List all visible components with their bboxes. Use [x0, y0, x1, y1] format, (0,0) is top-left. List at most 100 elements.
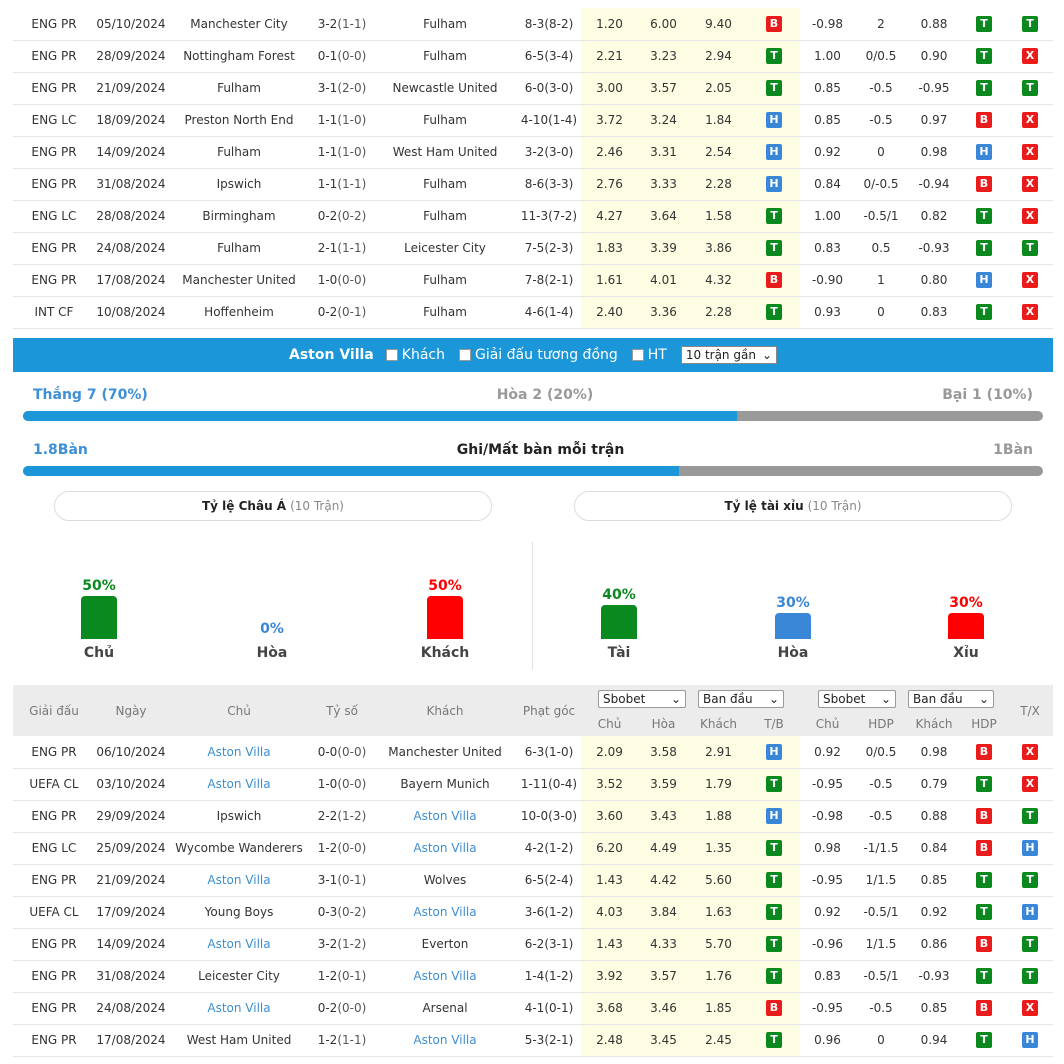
score-cell[interactable]: 3-1(2-0) — [311, 72, 373, 105]
table-row[interactable]: ENG PR 31/08/2024 Ipswich 1-1(1-1) Fulham 8-6… — [13, 168, 1053, 201]
away-team-cell[interactable]: Wolves — [373, 864, 517, 897]
table-row[interactable]: UEFA CL 17/09/2024 Young Boys 0-3(0-2) Aston… — [13, 896, 1053, 929]
score-cell[interactable]: 3-2(1-2) — [311, 928, 373, 961]
home-team-cell[interactable]: West Ham United — [167, 1024, 311, 1057]
odds-bookmaker-select[interactable]: Sbobet ⌄ — [598, 690, 686, 708]
table-row[interactable]: ENG LC 25/09/2024 Wycombe Wanderers 1-2(0-0… — [13, 832, 1053, 865]
score-cell[interactable]: 3-1(0-1) — [311, 864, 373, 897]
away-team-cell[interactable]: Fulham — [373, 200, 517, 233]
home-team-cell[interactable]: Manchester United — [167, 264, 311, 297]
home-team-cell[interactable]: Manchester City — [167, 8, 311, 41]
away-team-cell[interactable]: Everton — [373, 928, 517, 961]
checkbox-icon[interactable] — [631, 349, 644, 361]
home-team-cell[interactable]: Aston Villa — [167, 768, 311, 801]
home-team-cell[interactable]: Ipswich — [167, 168, 311, 201]
ht-filter-checkbox[interactable]: HT — [631, 347, 667, 363]
away-team-cell[interactable]: Aston Villa — [373, 960, 517, 993]
score-cell[interactable]: 0-1(0-0) — [311, 40, 373, 73]
score-cell[interactable]: 2-1(1-1) — [311, 232, 373, 265]
table-row[interactable]: ENG PR 21/09/2024 Fulham 3-1(2-0) Newcastle … — [13, 72, 1053, 105]
score-cell[interactable]: 0-2(0-2) — [311, 200, 373, 233]
table-row[interactable]: ENG PR 21/09/2024 Aston Villa 3-1(0-1) Wolve… — [13, 864, 1053, 897]
away-filter-checkbox[interactable]: Khách — [385, 347, 445, 363]
full-time-score: 2-2 — [317, 809, 338, 823]
home-team-cell[interactable]: Birmingham — [167, 200, 311, 233]
home-team-cell[interactable]: Fulham — [167, 136, 311, 169]
table-row[interactable]: ENG PR 17/08/2024 West Ham United 1-2(1-1) A… — [13, 1024, 1053, 1057]
league-cell: ENG LC — [13, 104, 95, 137]
home-team-cell[interactable]: Aston Villa — [167, 928, 311, 961]
score-cell[interactable]: 1-2(0-1) — [311, 960, 373, 993]
away-team-cell[interactable]: Bayern Munich — [373, 768, 517, 801]
checkbox-icon[interactable] — [458, 349, 471, 361]
table-row[interactable]: ENG PR 14/09/2024 Aston Villa 3-2(1-2) Evert… — [13, 928, 1053, 961]
table-row[interactable]: UEFA CL 03/10/2024 Aston Villa 1-0(0-0) Baye… — [13, 768, 1053, 801]
over-under-tab[interactable]: Tỷ lệ tài xỉu (10 Trận) — [574, 491, 1012, 521]
score-cell[interactable]: 1-1(1-1) — [311, 168, 373, 201]
away-team-cell[interactable]: Newcastle United — [373, 72, 517, 105]
table-row[interactable]: ENG PR 31/08/2024 Leicester City 1-2(0-1) As… — [13, 960, 1053, 993]
hdp-line-cell: 1/1.5 — [855, 928, 907, 961]
home-team-cell[interactable]: Nottingham Forest — [167, 40, 311, 73]
away-team-cell[interactable]: Aston Villa — [373, 832, 517, 865]
table-row[interactable]: ENG PR 24/08/2024 Aston Villa 0-2(0-0) Arsen… — [13, 992, 1053, 1025]
away-team-cell[interactable]: Aston Villa — [373, 800, 517, 833]
home-team-cell[interactable]: Leicester City — [167, 960, 311, 993]
home-team-cell[interactable]: Aston Villa — [167, 864, 311, 897]
away-team-cell[interactable]: Arsenal — [373, 992, 517, 1025]
odds-type-select[interactable]: Ban đầu ⌄ — [698, 690, 784, 708]
away-team-cell[interactable]: Aston Villa — [373, 896, 517, 929]
score-cell[interactable]: 3-2(1-1) — [311, 8, 373, 41]
score-cell[interactable]: 0-3(0-2) — [311, 896, 373, 929]
table-row[interactable]: ENG LC 28/08/2024 Birmingham 0-2(0-2) Fulham… — [13, 200, 1053, 233]
home-team-cell[interactable]: Preston North End — [167, 104, 311, 137]
table-row[interactable]: INT CF 10/08/2024 Hoffenheim 0-2(0-1) Fulham… — [13, 296, 1053, 329]
table-row[interactable]: ENG PR 06/10/2024 Aston Villa 0-0(0-0) Manch… — [13, 736, 1053, 769]
score-cell[interactable]: 2-2(1-2) — [311, 800, 373, 833]
score-cell[interactable]: 1-2(1-1) — [311, 1024, 373, 1057]
away-team-cell[interactable]: Manchester United — [373, 736, 517, 769]
home-team-cell[interactable]: Hoffenheim — [167, 296, 311, 329]
score-cell[interactable]: 1-1(1-0) — [311, 136, 373, 169]
home-team-cell[interactable]: Aston Villa — [167, 736, 311, 769]
match-count-select[interactable]: 10 trận gần ⌄ — [680, 346, 777, 364]
away-team-cell[interactable]: West Ham United — [373, 136, 517, 169]
score-cell[interactable]: 1-0(0-0) — [311, 768, 373, 801]
handicap-type-select[interactable]: Ban đầu ⌄ — [908, 690, 994, 708]
score-cell[interactable]: 0-2(0-0) — [311, 992, 373, 1025]
score-cell[interactable]: 1-2(0-0) — [311, 832, 373, 865]
table-row[interactable]: ENG PR 17/08/2024 Manchester United 1-0(0-0… — [13, 264, 1053, 297]
away-team-cell[interactable]: Aston Villa — [373, 1024, 517, 1057]
table-row[interactable]: ENG PR 24/08/2024 Fulham 2-1(1-1) Leicester … — [13, 232, 1053, 265]
away-team-cell[interactable]: Fulham — [373, 264, 517, 297]
same-league-filter-checkbox[interactable]: Giải đấu tương đồng — [458, 347, 618, 363]
score-cell[interactable]: 0-0(0-0) — [311, 736, 373, 769]
hdp-away-cell: -0.93 — [907, 232, 961, 265]
table-row[interactable]: ENG PR 05/10/2024 Manchester City 3-2(1-1) F… — [13, 8, 1053, 41]
asian-handicap-tab[interactable]: Tỷ lệ Châu Á (10 Trận) — [54, 491, 492, 521]
home-team-cell[interactable]: Fulham — [167, 232, 311, 265]
handicap-bookmaker-select[interactable]: Sbobet ⌄ — [818, 690, 896, 708]
table-row[interactable]: ENG LC 18/09/2024 Preston North End 1-1(1-0… — [13, 104, 1053, 137]
home-team-cell[interactable]: Ipswich — [167, 800, 311, 833]
over-under-result-cell: H — [1007, 896, 1053, 929]
table-row[interactable]: ENG PR 28/09/2024 Nottingham Forest 0-1(0-0… — [13, 40, 1053, 73]
checkbox-icon[interactable] — [385, 349, 398, 361]
home-team-cell[interactable]: Wycombe Wanderers — [167, 832, 311, 865]
away-team-cell[interactable]: Fulham — [373, 168, 517, 201]
score-cell[interactable]: 0-2(0-1) — [311, 296, 373, 329]
home-team-cell[interactable]: Young Boys — [167, 896, 311, 929]
away-team-cell[interactable]: Fulham — [373, 296, 517, 329]
draw-odds-cell: 3.57 — [638, 72, 689, 105]
away-team-cell[interactable]: Fulham — [373, 8, 517, 41]
away-team-cell[interactable]: Leicester City — [373, 232, 517, 265]
table-row[interactable]: ENG PR 14/09/2024 Fulham 1-1(1-0) West Ham U… — [13, 136, 1053, 169]
table-row[interactable]: ENG PR 29/09/2024 Ipswich 2-2(1-2) Aston Vil… — [13, 800, 1053, 833]
half-time-score: (0-1) — [337, 305, 367, 319]
score-cell[interactable]: 1-0(0-0) — [311, 264, 373, 297]
away-team-cell[interactable]: Fulham — [373, 40, 517, 73]
home-team-cell[interactable]: Fulham — [167, 72, 311, 105]
home-team-cell[interactable]: Aston Villa — [167, 992, 311, 1025]
score-cell[interactable]: 1-1(1-0) — [311, 104, 373, 137]
away-team-cell[interactable]: Fulham — [373, 104, 517, 137]
